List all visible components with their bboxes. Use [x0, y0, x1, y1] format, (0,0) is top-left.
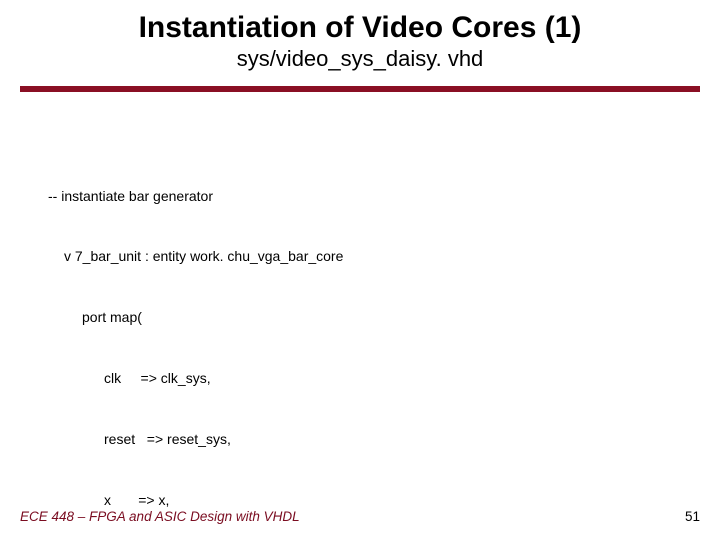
footer-course: ECE 448 – FPGA and ASIC Design with VHDL	[20, 509, 300, 524]
code-port-reset: reset => reset_sys,	[48, 429, 368, 449]
code-entity: v 7_bar_unit : entity work. chu_vga_bar_…	[48, 246, 368, 266]
footer: ECE 448 – FPGA and ASIC Design with VHDL…	[20, 509, 700, 524]
slide: Instantiation of Video Cores (1) sys/vid…	[0, 0, 720, 540]
code-comment: -- instantiate bar generator	[48, 186, 368, 206]
page-title: Instantiation of Video Cores (1)	[0, 0, 720, 44]
page-number: 51	[685, 509, 700, 524]
title-divider	[20, 86, 700, 92]
code-port-clk: clk => clk_sys,	[48, 368, 368, 388]
code-block: -- instantiate bar generator v 7_bar_uni…	[48, 145, 368, 540]
code-portmap: port map(	[48, 307, 368, 327]
page-subtitle: sys/video_sys_daisy. vhd	[0, 46, 720, 72]
code-port-x: x => x,	[48, 490, 368, 510]
